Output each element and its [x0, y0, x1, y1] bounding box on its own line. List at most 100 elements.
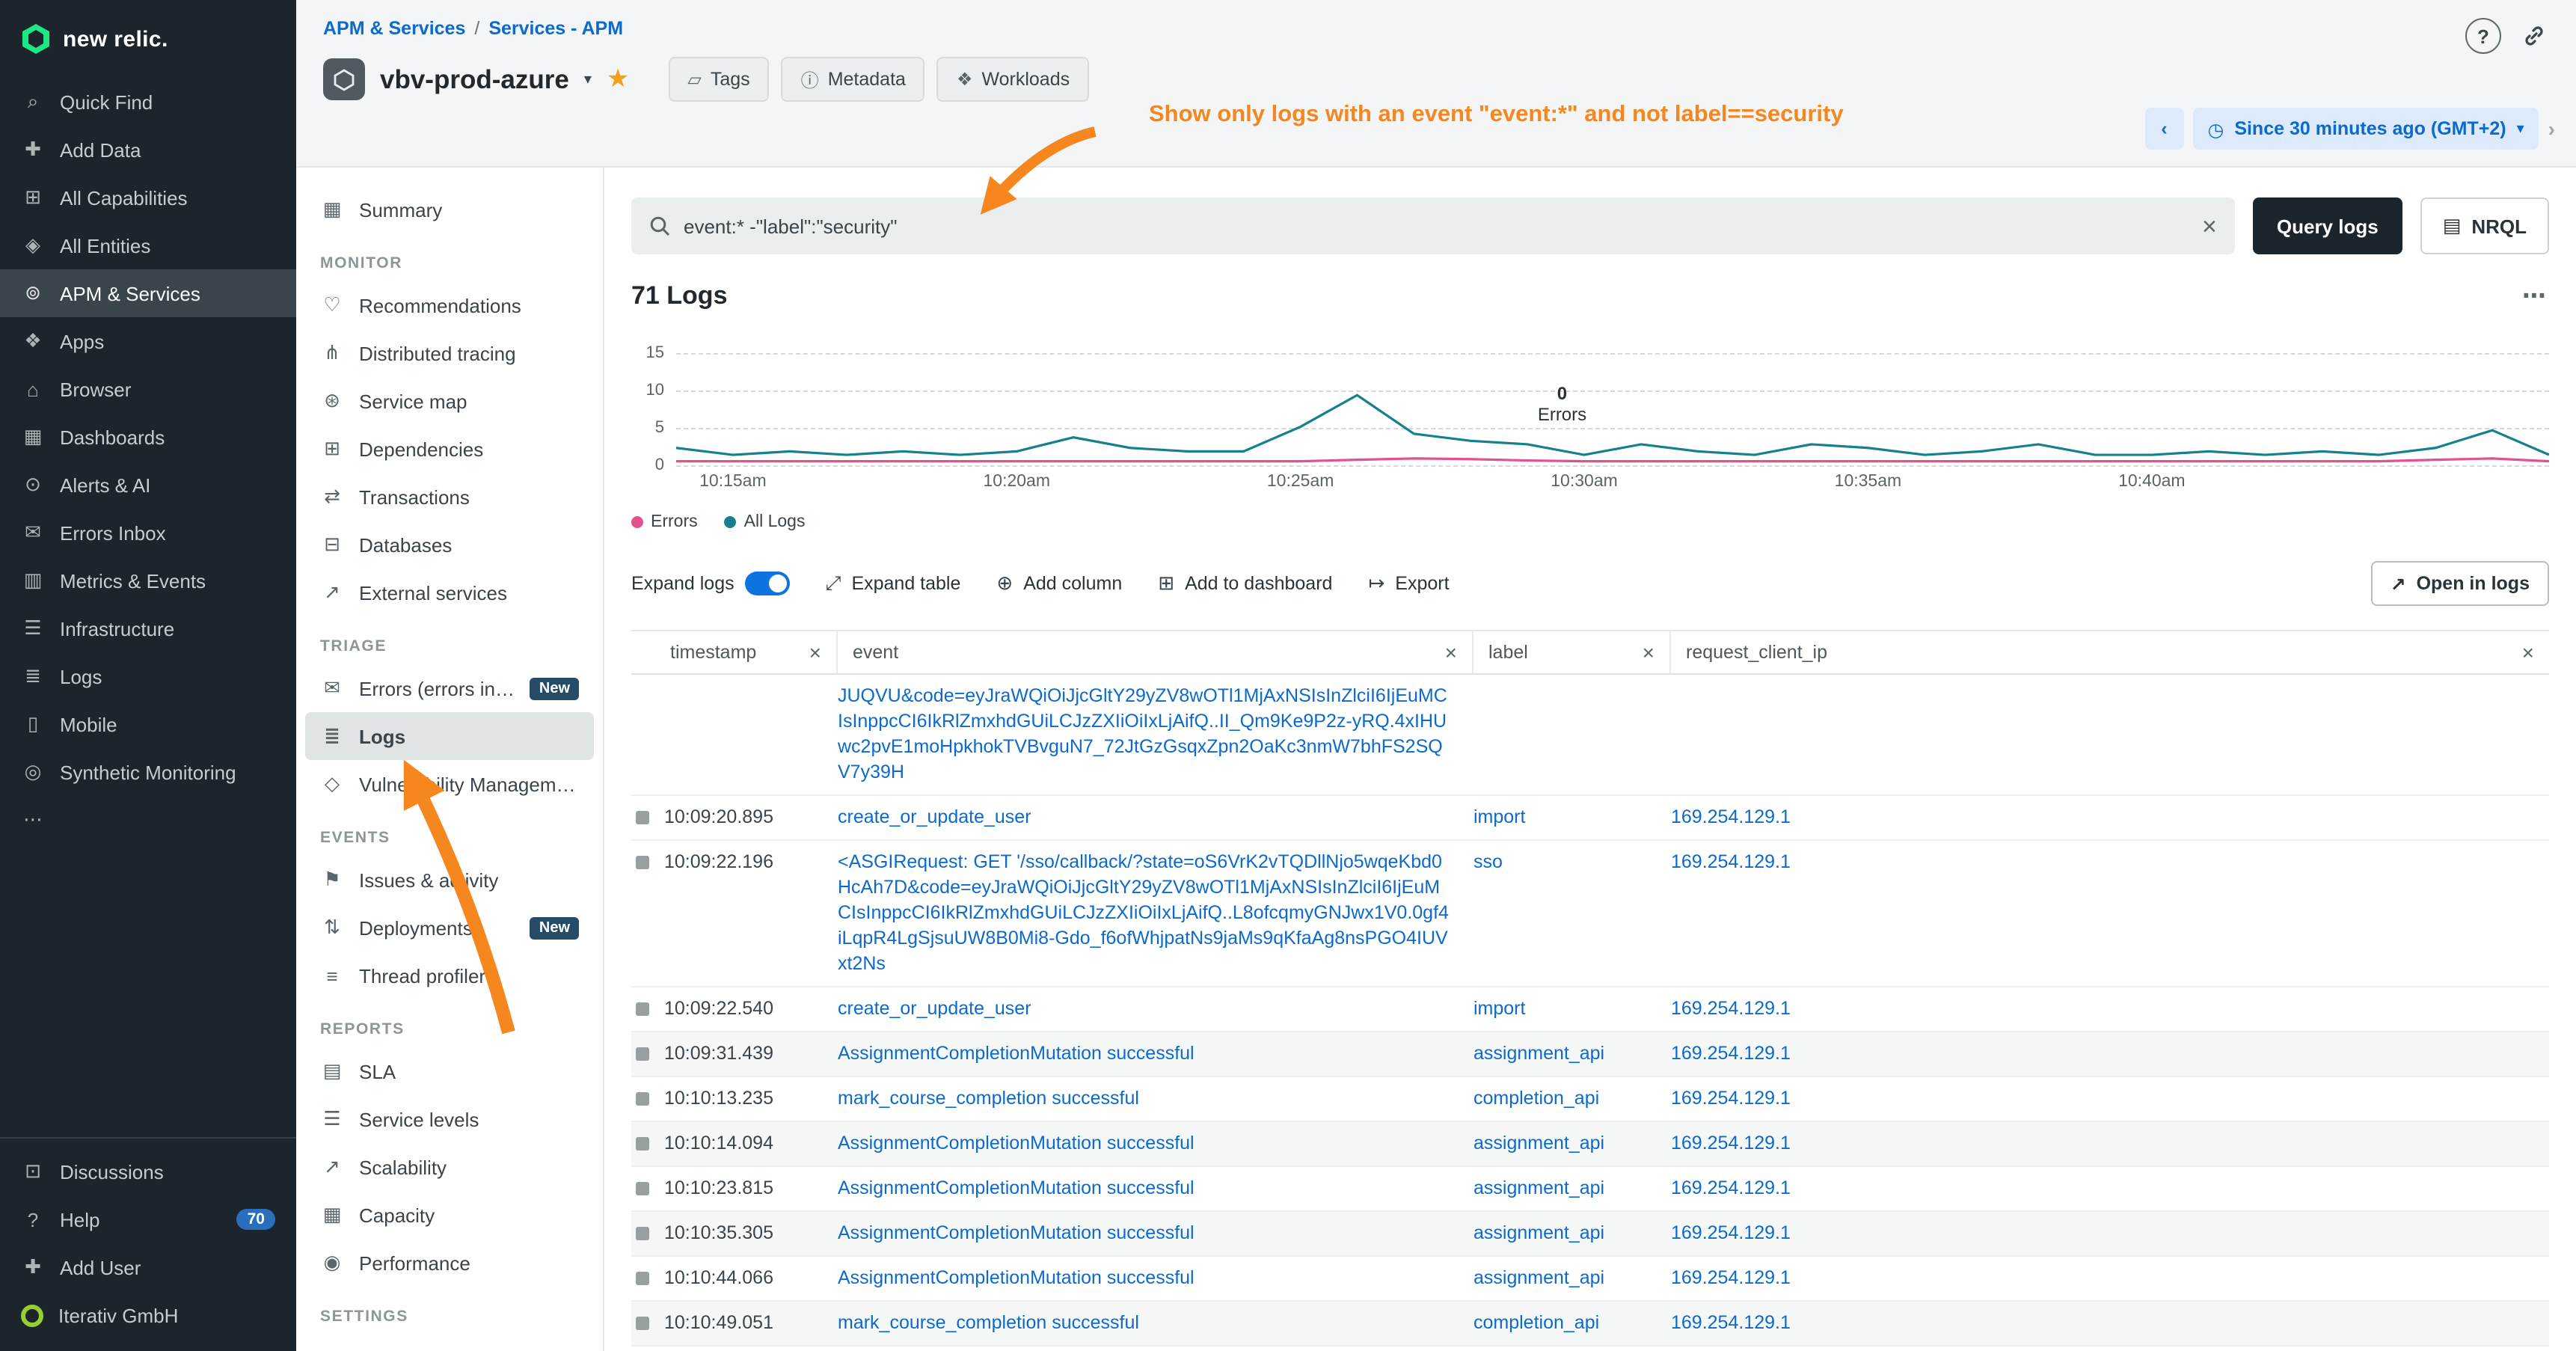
close-icon[interactable]: × — [1637, 640, 1660, 664]
sidebar-item-errors-inbox[interactable]: ✉Errors Inbox — [0, 509, 296, 557]
sidebar-item-apm-services[interactable]: ⊚APM & Services — [0, 269, 296, 317]
table-row[interactable]: 10:09:20.895 create_or_update_user impor… — [631, 796, 2549, 841]
table-row[interactable]: 10:10:35.305 AssignmentCompletionMutatio… — [631, 1212, 2549, 1257]
table-row[interactable]: 10:09:31.439 AssignmentCompletionMutatio… — [631, 1032, 2549, 1077]
subnav-item-recommendations[interactable]: ♡Recommendations — [305, 281, 594, 329]
export-button[interactable]: ↦Export — [1368, 572, 1449, 595]
event-link[interactable]: AssignmentCompletionMutation successful — [838, 1177, 1195, 1198]
label-link[interactable]: import — [1473, 806, 1525, 827]
ip-link[interactable]: 169.254.129.1 — [1671, 1133, 1791, 1154]
ip-link[interactable]: 169.254.129.1 — [1671, 1043, 1791, 1064]
open-in-logs-button[interactable]: ↗Open in logs — [2371, 561, 2549, 606]
workloads-button[interactable]: ❖Workloads — [937, 57, 1089, 102]
sidebar-item-infrastructure[interactable]: ☰Infrastructure — [0, 604, 296, 652]
help-circle-icon[interactable]: ? — [2465, 18, 2501, 54]
subnav-item-transactions[interactable]: ⇄Transactions — [305, 473, 594, 521]
sidebar-item-metrics-events[interactable]: ▥Metrics & Events — [0, 557, 296, 604]
row-checkbox[interactable] — [631, 1266, 664, 1285]
subnav-item-vulnerability-management[interactable]: ◇Vulnerability Management — [305, 760, 594, 808]
favorite-star-icon[interactable]: ★ — [607, 64, 630, 94]
event-link[interactable]: AssignmentCompletionMutation successful — [838, 1133, 1195, 1154]
event-link[interactable]: create_or_update_user — [838, 806, 1031, 827]
add-to-dashboard-button[interactable]: ⊞Add to dashboard — [1158, 572, 1332, 595]
table-row[interactable]: 10:10:49.051 mark_course_completion succ… — [631, 1302, 2549, 1347]
ip-link[interactable]: 169.254.129.1 — [1671, 806, 1791, 827]
query-input[interactable] — [684, 215, 2189, 237]
sidebar-item-help[interactable]: ?Help70 — [0, 1195, 296, 1243]
subnav-item-external-services[interactable]: ↗External services — [305, 569, 594, 616]
sidebar-item-quick-find[interactable]: ⌕Quick Find — [0, 78, 296, 126]
metadata-button[interactable]: ⓘMetadata — [782, 57, 925, 102]
sidebar-item-dashboards[interactable]: ▦Dashboards — [0, 413, 296, 461]
nrql-button[interactable]: ▤NRQL — [2420, 197, 2549, 254]
close-icon[interactable]: × — [803, 640, 827, 664]
label-link[interactable]: assignment_api — [1473, 1267, 1604, 1288]
event-link[interactable]: AssignmentCompletionMutation successful — [838, 1267, 1195, 1288]
ip-link[interactable]: 169.254.129.1 — [1671, 1177, 1791, 1198]
row-checkbox[interactable] — [631, 850, 664, 869]
label-link[interactable]: import — [1473, 998, 1525, 1019]
breadcrumb-link-apm[interactable]: APM & Services — [323, 18, 465, 39]
table-row[interactable]: 10:10:14.094 AssignmentCompletionMutatio… — [631, 1122, 2549, 1167]
subnav-item-dependencies[interactable]: ⊞Dependencies — [305, 425, 594, 473]
close-icon[interactable]: × — [2516, 640, 2540, 664]
sidebar-item-mobile[interactable]: ▯Mobile — [0, 700, 296, 748]
legend-item-errors[interactable]: Errors — [631, 513, 698, 531]
column-header-request-client-ip[interactable]: request_client_ip× — [1671, 631, 2549, 673]
newrelic-logo[interactable]: new relic. — [0, 0, 296, 78]
clear-query-icon[interactable]: × — [2202, 213, 2217, 239]
subnav-item-thread-profiler[interactable]: ≡Thread profiler — [305, 952, 594, 999]
sidebar-item-browser[interactable]: ⌂Browser — [0, 365, 296, 413]
sidebar-more-menu[interactable]: ⋯ — [0, 796, 296, 844]
toggle-on-icon[interactable] — [745, 572, 790, 595]
tags-button[interactable]: ▱Tags — [668, 57, 769, 102]
subnav-item-deployments[interactable]: ⇅DeploymentsNew — [305, 904, 594, 952]
label-link[interactable]: sso — [1473, 851, 1503, 872]
label-link[interactable]: assignment_api — [1473, 1177, 1604, 1198]
chevron-down-icon[interactable]: ▾ — [584, 71, 592, 88]
subnav-item-distributed-tracing[interactable]: ⋔Distributed tracing — [305, 329, 594, 377]
row-checkbox[interactable] — [631, 1221, 664, 1240]
ip-link[interactable]: 169.254.129.1 — [1671, 1088, 1791, 1109]
sidebar-item-account[interactable]: Iterativ GmbH — [0, 1291, 296, 1339]
event-link[interactable]: mark_course_completion successful — [838, 1088, 1139, 1109]
table-row[interactable]: 10:11:00.311 AssignmentCompletionMutatio… — [631, 1347, 2549, 1351]
subnav-item-performance[interactable]: ◉Performance — [305, 1239, 594, 1287]
table-row[interactable]: JUQVU&code=eyJraWQiOiJjcGltY29yZV8wOTl1M… — [631, 675, 2549, 796]
subnav-item-scalability[interactable]: ↗Scalability — [305, 1143, 594, 1191]
time-range-button[interactable]: ◷ Since 30 minutes ago (GMT+2) ▾ — [2192, 108, 2539, 150]
subnav-item-databases[interactable]: ⊟Databases — [305, 521, 594, 569]
more-menu-icon[interactable]: ⋯ — [2522, 281, 2549, 311]
event-link[interactable]: mark_course_completion successful — [838, 1312, 1139, 1333]
sidebar-item-apps[interactable]: ❖Apps — [0, 317, 296, 365]
ip-link[interactable]: 169.254.129.1 — [1671, 1312, 1791, 1333]
label-link[interactable]: completion_api — [1473, 1088, 1599, 1109]
row-checkbox[interactable] — [631, 805, 664, 824]
expand-table-button[interactable]: ⤢Expand table — [826, 572, 961, 595]
close-icon[interactable]: × — [1439, 640, 1463, 664]
subnav-item-summary[interactable]: ▦Summary — [305, 186, 594, 233]
event-link[interactable]: <ASGIRequest: GET '/sso/callback/?state=… — [838, 851, 1449, 974]
time-next-button[interactable]: › — [2548, 117, 2555, 141]
row-checkbox[interactable] — [631, 1131, 664, 1151]
chart-plot-area[interactable]: 0 Errors 10:15am10:20am10:25am10:30am10:… — [676, 353, 2549, 465]
sidebar-item-add-data[interactable]: ✚Add Data — [0, 126, 296, 174]
label-link[interactable]: assignment_api — [1473, 1133, 1604, 1154]
query-box[interactable]: × — [631, 197, 2235, 254]
sidebar-item-logs[interactable]: ≣Logs — [0, 652, 296, 700]
row-checkbox[interactable] — [631, 1311, 664, 1330]
subnav-item-errors-inbox[interactable]: ✉Errors (errors inb...New — [305, 664, 594, 712]
subnav-item-logs[interactable]: ≣Logs — [305, 712, 594, 760]
event-link[interactable]: create_or_update_user — [838, 998, 1031, 1019]
legend-item-all-logs[interactable]: All Logs — [725, 513, 806, 531]
label-link[interactable]: assignment_api — [1473, 1222, 1604, 1243]
sidebar-item-discussions[interactable]: ⊡Discussions — [0, 1148, 296, 1195]
add-column-button[interactable]: ⊕Add column — [996, 572, 1122, 595]
subnav-item-service-levels[interactable]: ☰Service levels — [305, 1095, 594, 1143]
row-checkbox[interactable] — [631, 1041, 664, 1061]
event-link[interactable]: JUQVU&code=eyJraWQiOiJjcGltY29yZV8wOTl1M… — [838, 685, 1447, 782]
column-header-timestamp[interactable]: timestamp× — [631, 631, 838, 673]
breadcrumb-link-services[interactable]: Services - APM — [488, 18, 623, 39]
subnav-item-sla[interactable]: ▤SLA — [305, 1047, 594, 1095]
event-link[interactable]: AssignmentCompletionMutation successful — [838, 1222, 1195, 1243]
